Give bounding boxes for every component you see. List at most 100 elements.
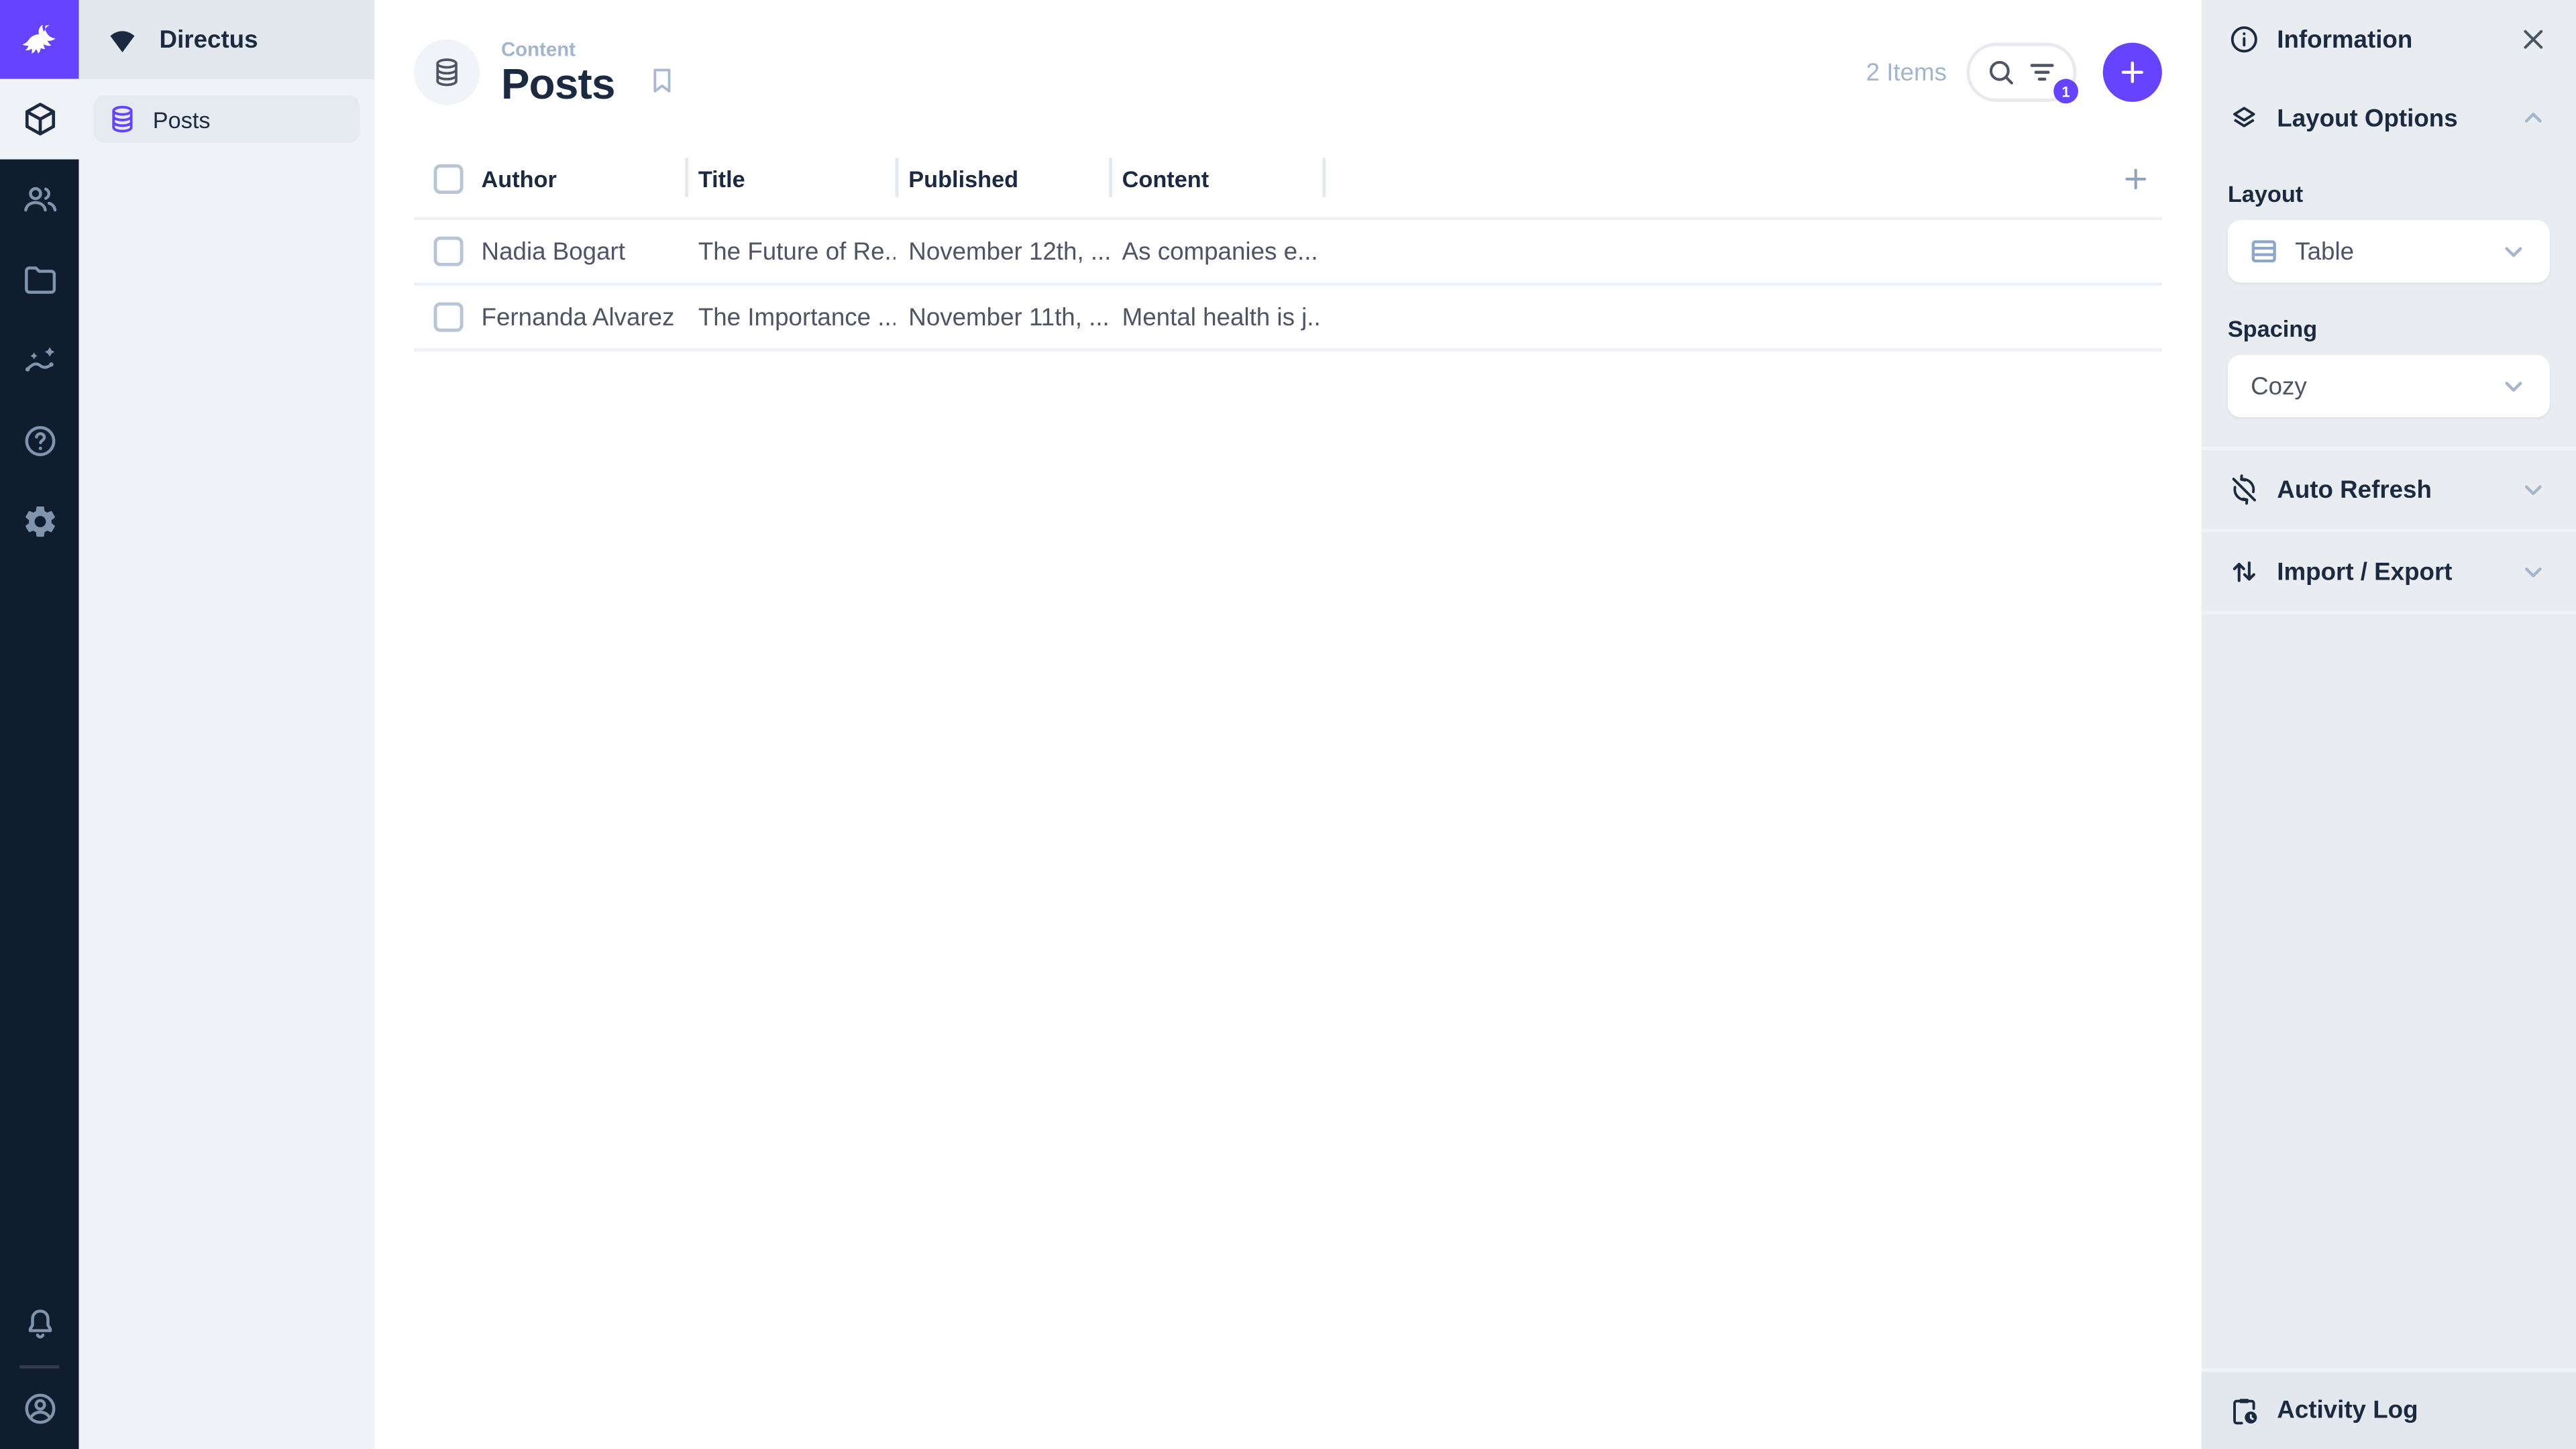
row-select-cell [414, 302, 481, 332]
column-header-title[interactable]: Title [685, 156, 895, 203]
rabbit-logo-icon [13, 21, 66, 58]
collection-icon-button[interactable] [414, 39, 480, 105]
layers-icon [2228, 102, 2261, 135]
column-header-author[interactable]: Author [482, 156, 686, 203]
select-all-checkbox[interactable] [433, 164, 463, 194]
section-title: Layout Options [2277, 104, 2458, 133]
project-name: Directus [159, 25, 258, 54]
activity-log-button[interactable]: Activity Log [2201, 1368, 2576, 1449]
cell-title: The Future of Re... [698, 237, 896, 266]
row-checkbox[interactable] [433, 236, 463, 266]
account-circle-icon [21, 1390, 58, 1428]
project-header[interactable]: Directus [78, 0, 375, 79]
layout-options-header[interactable]: Layout Options [2202, 79, 2576, 158]
sync-disabled-icon [2228, 473, 2261, 506]
cell-published: November 11th, ... [908, 303, 1110, 331]
cell-author: Fernanda Alvarez [481, 303, 675, 331]
sidebar-item-label: Posts [152, 105, 211, 133]
search-icon[interactable] [1984, 56, 2017, 89]
spacing-select-value: Cozy [2251, 372, 2307, 400]
database-icon [431, 56, 464, 89]
folder-icon [21, 261, 58, 299]
sidebar-item-posts[interactable]: Posts [93, 95, 360, 144]
layout-field-label: Layout [2227, 180, 2304, 207]
help-icon [21, 422, 58, 460]
layout-select-value: Table [2295, 237, 2355, 266]
page-title: Posts [500, 59, 615, 109]
table-header-row: Author Title Published Content [414, 156, 2162, 203]
spacing-field-label: Spacing [2227, 315, 2318, 342]
nav-sidebar: Directus Posts [78, 0, 375, 1449]
info-sidebar: Information Layout Options Layout Table … [2201, 0, 2576, 1449]
chevron-down-icon [2497, 235, 2530, 268]
layout-options-fields: Layout Table Spacing Cozy [2202, 158, 2576, 447]
search-filter-pill: 1 [1966, 42, 2078, 104]
sidebar-header: Information [2202, 0, 2576, 79]
column-header-published[interactable]: Published [895, 156, 1109, 203]
module-bar [0, 0, 79, 1449]
auto-refresh-section[interactable]: Auto Refresh [2201, 450, 2576, 533]
chevron-up-icon [2517, 102, 2550, 135]
sidebar-item-settings-module[interactable] [0, 482, 79, 562]
table-body: Nadia Bogart The Future of Re... Novembe… [414, 217, 2162, 352]
add-column-button[interactable] [1322, 156, 2161, 203]
bookmark-button[interactable] [646, 64, 679, 97]
account-button[interactable] [0, 1368, 79, 1449]
items-table: Author Title Published Content Nadia Bog… [414, 156, 2162, 352]
select-all-cell [414, 156, 481, 203]
users-icon [21, 180, 58, 218]
section-title: Import / Export [2277, 557, 2453, 586]
cell-author: Nadia Bogart [481, 237, 625, 266]
bell-icon [21, 1306, 58, 1344]
section-title: Auto Refresh [2277, 475, 2432, 504]
sidebar-title: Information [2277, 25, 2413, 54]
sidebar-item-content-module[interactable] [0, 78, 79, 160]
layout-options-section: Layout Options Layout Table Spacing Cozy [2201, 79, 2576, 451]
spacing-select[interactable]: Cozy [2227, 354, 2550, 418]
row-select-cell [414, 236, 481, 266]
bookmark-icon [646, 64, 679, 97]
import-export-section[interactable]: Import / Export [2201, 532, 2576, 614]
add-item-button[interactable] [2102, 42, 2162, 102]
cell-content: As companies e... [1122, 237, 1318, 266]
sidebar-item-help-module[interactable] [0, 401, 79, 482]
breadcrumb[interactable]: Content [501, 38, 615, 60]
database-icon [107, 103, 138, 135]
table-row[interactable]: Fernanda Alvarez The Importance ... Nove… [414, 286, 2162, 352]
gear-icon [21, 502, 58, 540]
chevron-down-icon [2497, 370, 2530, 402]
insights-icon [21, 341, 58, 379]
cell-published: November 12th, ... [908, 237, 1110, 266]
column-header-content[interactable]: Content [1109, 156, 1322, 203]
plus-icon [2119, 162, 2152, 195]
activity-log-icon [2228, 1394, 2261, 1427]
items-count: 2 Items [1866, 58, 1947, 87]
cube-icon [21, 100, 58, 138]
row-checkbox[interactable] [433, 302, 463, 332]
info-icon [2228, 23, 2261, 56]
table-layout-icon [2247, 235, 2280, 268]
page-header: Content Posts 2 Items 1 [374, 0, 2201, 145]
filter-icon[interactable] [2026, 56, 2059, 89]
table-row[interactable]: Nadia Bogart The Future of Re... Novembe… [414, 220, 2162, 286]
project-logo-icon [105, 25, 140, 54]
cell-content: Mental health is j... [1122, 303, 1323, 331]
sidebar-item-users-module[interactable] [0, 160, 79, 240]
sidebar-item-files-module[interactable] [0, 240, 79, 321]
module-bar-spacer [0, 562, 79, 1285]
notifications-button[interactable] [0, 1285, 79, 1365]
title-block: Content Posts [501, 38, 615, 107]
directus-logo[interactable] [0, 0, 79, 79]
plus-icon [2116, 56, 2149, 89]
main-content: Content Posts 2 Items 1 Author Title Pub… [374, 0, 2202, 1449]
swap-vert-icon [2228, 555, 2261, 588]
sidebar-item-insights-module[interactable] [0, 321, 79, 401]
layout-select[interactable]: Table [2227, 220, 2550, 283]
app: Directus Posts Content Posts 2 Items 1 A… [0, 0, 2576, 1449]
activity-log-label: Activity Log [2277, 1396, 2418, 1425]
chevron-down-icon [2517, 473, 2550, 506]
close-icon[interactable] [2517, 23, 2550, 56]
filter-count-badge: 1 [2053, 78, 2078, 104]
chevron-down-icon [2517, 555, 2550, 588]
